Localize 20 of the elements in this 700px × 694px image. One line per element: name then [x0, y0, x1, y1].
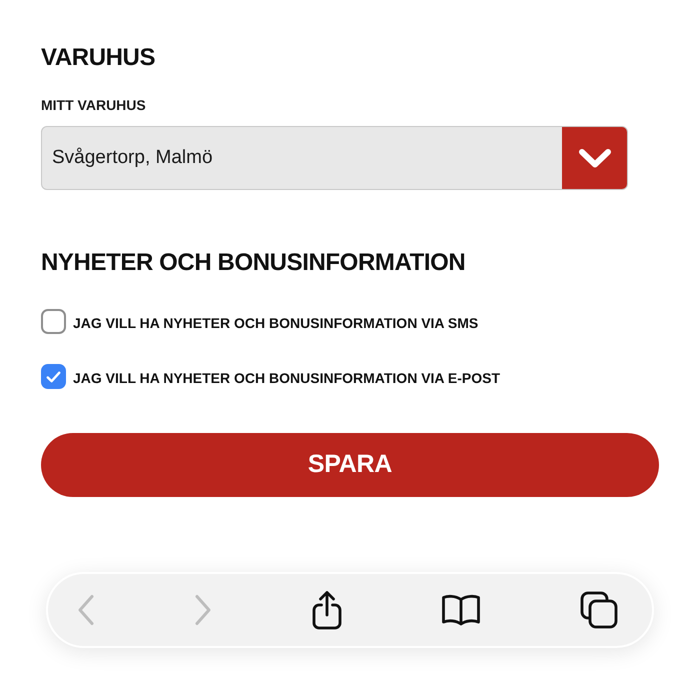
section-heading: NYHETER OCH BONUSINFORMATION: [41, 248, 466, 278]
save-button[interactable]: SPARA: [41, 433, 659, 497]
share-icon: [310, 590, 342, 630]
checkbox[interactable]: [41, 309, 66, 334]
section-heading: VARUHUS: [41, 43, 156, 73]
checkbox-label[interactable]: JAG VILL HA NYHETER OCH BONUSINFORMATION VIA E-POST: [73, 368, 500, 388]
bookmarks-button[interactable]: [441, 594, 482, 626]
field-label: MITT VARUHUS: [41, 97, 147, 114]
open-book-icon: [441, 594, 482, 626]
checkmark-icon: [46, 370, 61, 382]
dropdown-toggle[interactable]: [562, 127, 627, 189]
checkbox[interactable]: [41, 364, 66, 389]
chevron-down-icon: [578, 148, 612, 168]
tabs-button[interactable]: [580, 591, 618, 629]
store-select[interactable]: Svågertorp, Malmö: [41, 126, 628, 190]
share-button[interactable]: [310, 590, 342, 630]
two-squares-icon: [580, 591, 618, 629]
chevron-left-icon: [77, 594, 95, 626]
chevron-right-icon: [194, 594, 212, 626]
checkbox-label[interactable]: JAG VILL HA NYHETER OCH BONUSINFORMATION VIA SMS: [73, 312, 478, 334]
